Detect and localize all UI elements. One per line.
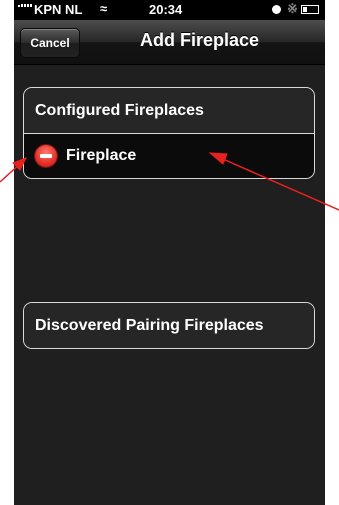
rotation-lock-icon bbox=[272, 5, 281, 14]
discovered-fireplaces-group: Discovered Pairing Fireplaces bbox=[23, 302, 315, 349]
status-bar: KPN NL ≈ 20:34 ※ bbox=[14, 0, 325, 20]
fireplace-label: Fireplace bbox=[66, 147, 137, 164]
carrier-name: KPN NL bbox=[34, 2, 83, 17]
list-item-fireplace[interactable]: Fireplace bbox=[24, 133, 314, 178]
delete-minus-icon[interactable] bbox=[35, 145, 57, 167]
wifi-icon: ≈ bbox=[100, 1, 108, 16]
configured-fireplaces-header: Configured Fireplaces bbox=[24, 88, 314, 133]
battery-icon bbox=[301, 5, 319, 14]
page-title: Add Fireplace bbox=[139, 30, 260, 50]
signal-strength-icon bbox=[18, 4, 32, 7]
configured-fireplaces-group: Configured Fireplaces Fireplace bbox=[23, 87, 315, 179]
status-time: 20:34 bbox=[149, 2, 183, 17]
cancel-button[interactable]: Cancel bbox=[20, 28, 80, 58]
bluetooth-icon: ※ bbox=[287, 1, 298, 16]
main-content: Configured Fireplaces Fireplace Discover… bbox=[14, 65, 325, 505]
navigation-bar: Cancel Add Fireplace bbox=[14, 20, 325, 65]
discovered-fireplaces-header: Discovered Pairing Fireplaces bbox=[24, 303, 314, 348]
phone-screen: KPN NL ≈ 20:34 ※ Cancel Add Fireplace Co… bbox=[14, 0, 325, 505]
